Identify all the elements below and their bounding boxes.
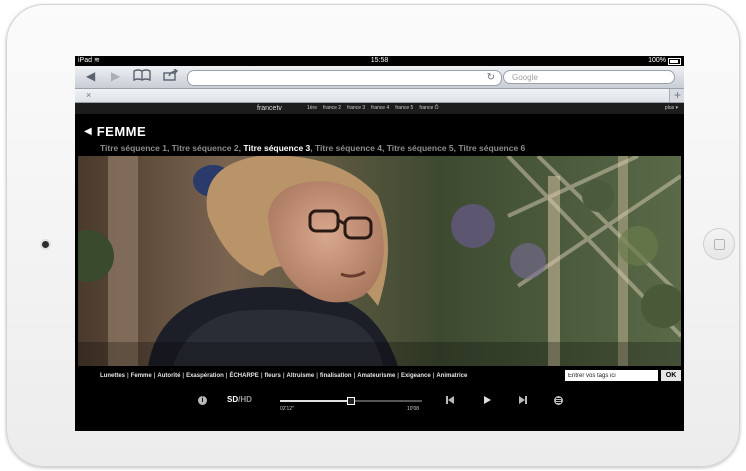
tag-item[interactable]: Femme (131, 373, 152, 379)
sequence-item[interactable]: Titre séquence 6 (458, 143, 525, 153)
player-controls: i SD/HD 02'12'' 10'08 (75, 392, 684, 422)
tag-item[interactable]: Animatrice (436, 373, 467, 379)
next-icon[interactable] (518, 395, 528, 407)
tag-input[interactable] (565, 370, 658, 381)
channel-link[interactable]: france 4 (371, 103, 389, 114)
tag-item[interactable]: finalisation (320, 373, 352, 379)
channel-link[interactable]: 1ère (307, 103, 317, 114)
sequence-item[interactable]: Titre séquence 2 (172, 143, 239, 153)
channel-link[interactable]: france 2 (323, 103, 341, 114)
play-icon[interactable] (482, 395, 492, 407)
tags-row: Lunettes | Femme | Autorité | Exaspération | ÉCH… (75, 369, 684, 383)
tag-separator: | (260, 373, 263, 379)
tag-item[interactable]: Autorité (157, 373, 180, 379)
progress-fill (280, 400, 350, 402)
tag-item[interactable]: Exigeance (401, 373, 431, 379)
search-input[interactable]: Google (503, 70, 675, 84)
sd-label: SD (227, 395, 239, 404)
tag-separator: | (316, 373, 318, 379)
home-button[interactable] (703, 228, 735, 260)
tag-item[interactable]: fleurs (265, 373, 281, 379)
video-frame[interactable] (78, 156, 681, 366)
tag-separator: | (432, 373, 435, 379)
sequence-item[interactable]: Titre séquence 5 (387, 143, 454, 153)
tag-separator: | (182, 373, 185, 379)
front-camera (42, 241, 49, 248)
tag-separator: | (127, 373, 129, 379)
current-time: 02'12'' (280, 406, 294, 412)
sequence-item[interactable]: Titre séquence 4 (315, 143, 382, 153)
tag-separator: | (353, 373, 356, 379)
tag-item[interactable]: ÉCHARPE (229, 373, 258, 379)
channel-link[interactable]: france 3 (347, 103, 365, 114)
bookmarks-icon[interactable] (133, 69, 151, 83)
browser-tab[interactable]: × (75, 89, 670, 102)
sequence-item[interactable]: Titre séquence 3 (243, 143, 310, 153)
video-still (78, 156, 681, 366)
menu-icon[interactable] (554, 396, 563, 405)
francetv-bar: francetv 1ère france 2 france 3 france 4 fra… (75, 103, 684, 114)
tag-separator: | (282, 373, 285, 379)
tag-item[interactable]: Amateurisme (357, 373, 395, 379)
status-time: 15:58 (370, 57, 389, 64)
ipad-screen: iPad ≋ 15:58 100% ◀ ▶ ↻ Google × + franc… (75, 56, 684, 431)
url-input[interactable]: ↻ (187, 70, 502, 86)
forward-arrow-icon[interactable]: ▶ (111, 69, 120, 83)
battery-status: 100% (648, 56, 681, 66)
total-time: 10'08 (407, 406, 420, 412)
ok-button[interactable]: OK (661, 370, 681, 381)
new-tab-button[interactable]: + (674, 89, 681, 102)
browser-toolbar: ◀ ▶ ↻ Google (75, 66, 684, 89)
close-tab-icon[interactable]: × (86, 89, 91, 102)
status-bar: iPad ≋ 15:58 100% (75, 56, 684, 66)
channel-link[interactable]: france 5 (395, 103, 413, 114)
sequence-list: Titre séquence 1, Titre séquence 2, Titr… (100, 142, 680, 154)
tag-separator: | (153, 373, 156, 379)
tag-item[interactable]: Exaspération (186, 373, 224, 379)
reload-icon[interactable]: ↻ (487, 71, 495, 85)
tag-item[interactable]: Altruisme (287, 373, 315, 379)
progress-bar[interactable] (280, 397, 422, 405)
tab-bar: × + (75, 89, 684, 103)
tag-item[interactable]: Lunettes (100, 373, 125, 379)
tag-list: Lunettes | Femme | Autorité | Exaspération | ÉCH… (100, 369, 566, 383)
player-page: ◀ FEMME Titre séquence 1, Titre séquence… (75, 114, 684, 431)
channel-links: 1ère france 2 france 3 france 4 france 5 fran… (307, 103, 439, 114)
francetv-logo[interactable]: francetv (257, 103, 282, 114)
back-triangle-icon[interactable]: ◀ (84, 126, 92, 137)
share-icon[interactable] (163, 68, 179, 83)
more-menu[interactable]: plus ▾ (665, 103, 678, 114)
back-arrow-icon[interactable]: ◀ (86, 69, 95, 83)
info-icon[interactable]: i (198, 396, 207, 405)
hd-label: HD (240, 395, 252, 404)
tag-separator: | (225, 373, 228, 379)
program-title: FEMME (96, 124, 147, 139)
title-row: ◀ FEMME (84, 124, 146, 139)
progress-handle[interactable] (346, 397, 355, 405)
sequence-item[interactable]: Titre séquence 1 (100, 143, 167, 153)
previous-icon[interactable] (445, 395, 455, 407)
channel-link[interactable]: france Ô (419, 103, 438, 114)
battery-icon (668, 57, 681, 65)
tag-separator: | (397, 373, 399, 379)
quality-toggle[interactable]: SD/HD (227, 395, 252, 404)
